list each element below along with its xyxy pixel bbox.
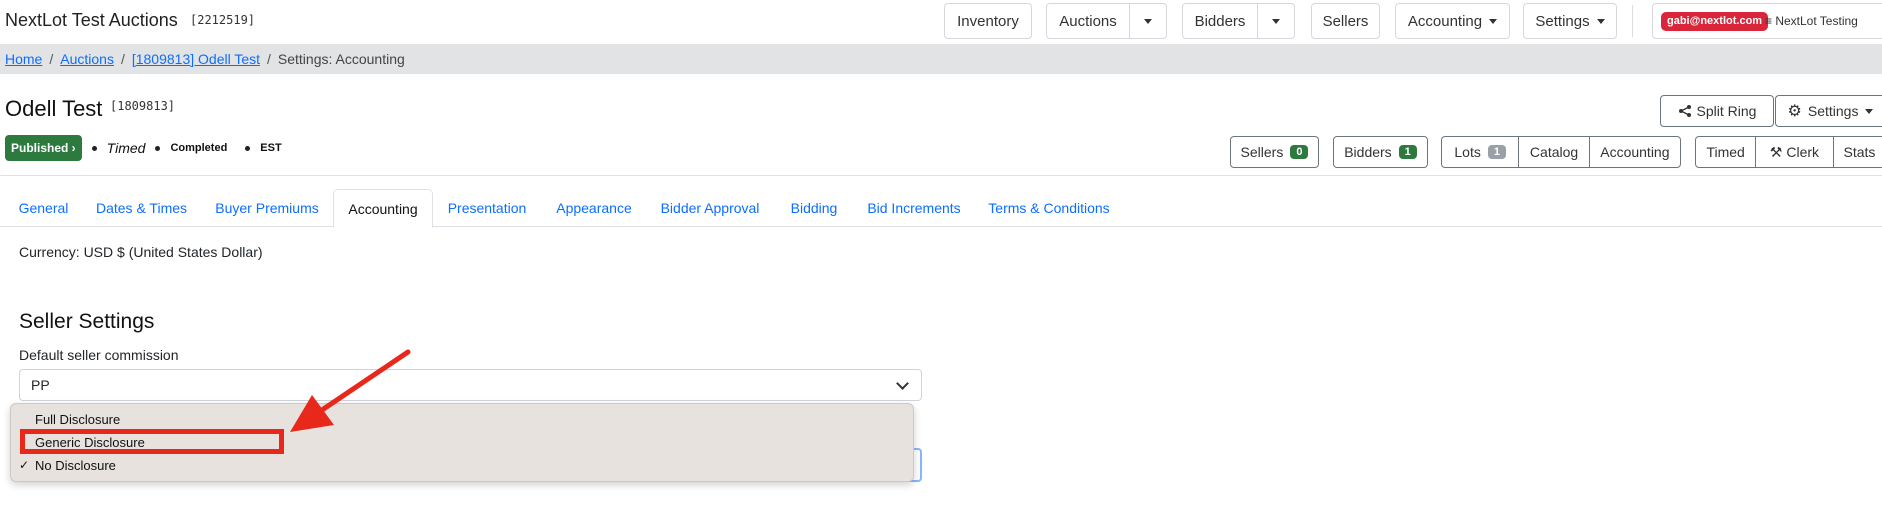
- tab-bidder-approval[interactable]: Bidder Approval: [652, 189, 768, 227]
- org-name: ≡ NextLot Testing: [1765, 14, 1858, 28]
- lots-label: Lots: [1454, 144, 1481, 160]
- clerk-button[interactable]: ⚒ Clerk: [1755, 137, 1832, 167]
- auction-tools-group: Lots 1 Catalog Accounting: [1441, 136, 1681, 168]
- settings-tabs: General Dates & Times Buyer Premiums Acc…: [0, 189, 1882, 228]
- bullet-separator: [155, 145, 161, 151]
- tab-bidding[interactable]: Bidding: [780, 189, 848, 227]
- tab-buyer-premiums[interactable]: Buyer Premiums: [207, 189, 327, 227]
- published-status-badge[interactable]: Published ›: [5, 135, 82, 161]
- bidders-dropdown-toggle[interactable]: [1257, 3, 1295, 39]
- tab-accounting[interactable]: Accounting: [333, 189, 433, 228]
- catalog-label: Catalog: [1529, 144, 1579, 160]
- bidders-button[interactable]: Bidders: [1182, 3, 1258, 39]
- clerk-label: Clerk: [1786, 144, 1820, 160]
- breadcrumb-auction-link[interactable]: [1809813] Odell Test: [132, 51, 260, 67]
- auctions-button[interactable]: Auctions: [1046, 3, 1130, 39]
- stats-label: Stats: [1843, 144, 1876, 160]
- auction-state: Completed: [170, 142, 228, 154]
- lots-button[interactable]: Lots 1: [1442, 137, 1518, 167]
- stats-button[interactable]: Stats: [1832, 137, 1882, 167]
- breadcrumb-auctions-link[interactable]: Auctions: [60, 51, 114, 67]
- sellers-button[interactable]: Sellers: [1311, 3, 1380, 39]
- auction-title: Odell Test: [5, 96, 103, 121]
- currency-info: Currency: USD $ (United States Dollar): [19, 244, 263, 260]
- breadcrumb-current: Settings: Accounting: [277, 51, 405, 67]
- tab-terms-conditions[interactable]: Terms & Conditions: [981, 189, 1117, 227]
- breadcrumb: Home / Auctions / [1809813] Odell Test / Setti…: [0, 44, 1882, 74]
- header-divider: [0, 175, 1882, 176]
- auction-mode-group: Timed ⚒ Clerk Stats: [1695, 136, 1882, 168]
- caret-down-icon: [1489, 18, 1498, 24]
- top-navbar: NextLot Test Auctions [2212519] Inventor…: [0, 0, 1882, 44]
- catalog-button[interactable]: Catalog: [1518, 137, 1588, 167]
- bidders-count-label: Bidders: [1344, 144, 1392, 160]
- accounting-button[interactable]: Accounting: [1588, 137, 1680, 167]
- brand-name[interactable]: NextLot Test Auctions: [5, 10, 178, 31]
- timed-label: Timed: [1706, 144, 1745, 160]
- tab-bid-increments[interactable]: Bid Increments: [859, 189, 969, 227]
- highlight-box: [20, 429, 284, 454]
- bullet-separator: [245, 145, 251, 151]
- auction-timezone: EST: [260, 142, 282, 154]
- settings-menu-button[interactable]: Settings: [1523, 3, 1617, 39]
- breadcrumb-separator: /: [267, 51, 271, 67]
- accounting-menu-button[interactable]: Accounting: [1395, 3, 1510, 39]
- caret-down-icon: [1144, 18, 1152, 24]
- gear-icon: ⚙: [1787, 103, 1802, 120]
- tab-appearance[interactable]: Appearance: [548, 189, 640, 227]
- timed-button[interactable]: Timed: [1696, 137, 1755, 167]
- chevron-down-icon: [896, 377, 909, 390]
- caret-down-icon: [1596, 18, 1605, 24]
- auction-status-row: Published › Timed Completed EST: [5, 135, 282, 161]
- bidders-count-badge: 1: [1398, 145, 1417, 159]
- check-icon: ✓: [19, 458, 30, 472]
- navbar-divider: [1632, 5, 1633, 37]
- split-ring-label: Split Ring: [1696, 103, 1757, 119]
- share-icon: [1678, 105, 1691, 117]
- tab-general[interactable]: General: [10, 189, 77, 227]
- commission-select[interactable]: PP: [19, 369, 922, 401]
- breadcrumb-separator: /: [49, 51, 54, 67]
- breadcrumb-home-link[interactable]: Home: [5, 51, 42, 67]
- auction-settings-label: Settings: [1807, 103, 1859, 119]
- brand-id: [2212519]: [190, 13, 256, 27]
- auction-type: Timed: [106, 140, 146, 156]
- bidders-label: Bidders: [1194, 12, 1246, 30]
- sellers-count-button[interactable]: Sellers 0: [1230, 136, 1319, 168]
- sellers-count-label: Sellers: [1240, 144, 1284, 160]
- option-no-disclosure[interactable]: No Disclosure: [35, 458, 116, 473]
- section-title: Seller Settings: [19, 310, 155, 333]
- option-full-disclosure[interactable]: Full Disclosure: [35, 412, 120, 427]
- commission-value: PP: [31, 377, 50, 393]
- sellers-label: Sellers: [1322, 12, 1369, 30]
- tab-presentation[interactable]: Presentation: [438, 189, 536, 227]
- split-ring-button[interactable]: Split Ring: [1660, 95, 1774, 127]
- settings-label: Settings: [1535, 12, 1590, 30]
- inventory-label: Inventory: [957, 12, 1019, 30]
- user-email-badge: gabi@nextlot.com: [1661, 12, 1769, 31]
- inventory-button[interactable]: Inventory: [944, 3, 1032, 39]
- commission-label: Default seller commission: [19, 347, 179, 363]
- accounting-button-label: Accounting: [1600, 144, 1670, 160]
- sellers-count-badge: 0: [1290, 145, 1309, 159]
- auction-id: [1809813]: [110, 99, 176, 113]
- tab-dates-times[interactable]: Dates & Times: [88, 189, 195, 227]
- breadcrumb-separator: /: [120, 51, 125, 67]
- lots-count-badge: 1: [1487, 145, 1506, 159]
- auctions-label: Auctions: [1059, 12, 1117, 30]
- caret-down-icon: [1272, 18, 1280, 24]
- bullet-separator: [91, 145, 97, 151]
- auctions-dropdown-toggle[interactable]: [1129, 3, 1167, 39]
- caret-down-icon: [1865, 108, 1874, 114]
- gavel-icon: ⚒: [1769, 143, 1783, 160]
- accounting-label: Accounting: [1407, 12, 1483, 30]
- auction-settings-button[interactable]: ⚙ Settings: [1775, 95, 1882, 127]
- bidders-count-button[interactable]: Bidders 1: [1333, 136, 1428, 168]
